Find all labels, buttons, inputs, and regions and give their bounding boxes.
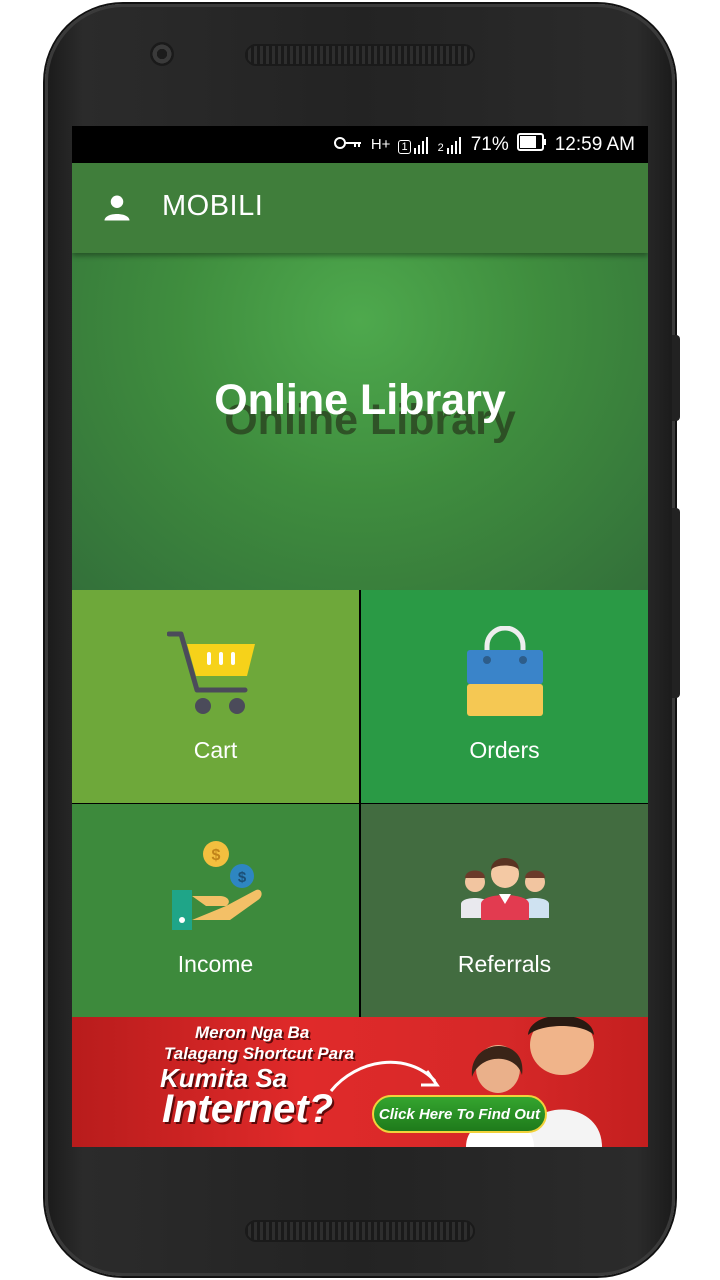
orders-tile[interactable]: Orders [361,590,648,803]
person-icon[interactable] [102,193,132,223]
cart-label: Cart [193,737,238,763]
ad-banner[interactable]: Meron Nga Ba Talagang Shortcut Para Kumi… [72,1017,648,1147]
app-bar: MOBILI [72,163,648,253]
ad-cta-button[interactable]: Click Here To Find Out [372,1095,547,1133]
top-speaker [245,44,475,66]
sim2-label: 2 [437,141,444,154]
ad-line-2: Talagang Shortcut Para [164,1044,355,1063]
shopping-bag-icon [467,626,543,716]
front-camera [150,42,174,66]
referrals-tile[interactable]: Referrals [361,804,648,1017]
people-group-icon [461,858,549,920]
sim1-label: 1 [398,139,411,154]
signal-sim1-icon: 1 [398,136,429,154]
battery-percent: 71% [470,133,509,155]
hero-title: Online Library [214,376,506,424]
cart-tile[interactable]: Cart [72,590,359,803]
ad-line-1: Meron Nga Ba [195,1023,310,1042]
income-tile[interactable]: $ $ Income [72,804,359,1017]
network-type: H+ [370,136,391,153]
referrals-label: Referrals [457,951,552,977]
bottom-speaker [245,1220,475,1242]
vpn-key-icon [333,134,363,156]
orders-label: Orders [469,737,540,763]
ad-line-4: Internet? [162,1087,334,1131]
battery-icon [516,132,547,157]
svg-text:$: $ [212,847,221,864]
money-hand-icon: $ $ [172,841,262,930]
cart-icon [167,631,255,714]
clock: 12:59 AM [554,133,635,155]
hero-banner: Online Library Online Library [72,253,648,590]
volume-button [672,508,680,698]
screen: H+ 1 2 71% 12:59 AM MOBILI Online Librar… [72,126,648,1147]
app-title: MOBILI [162,190,264,222]
svg-text:$: $ [238,869,247,886]
status-bar: H+ 1 2 71% 12:59 AM [72,126,648,163]
power-button [672,335,680,421]
income-label: Income [177,951,254,977]
signal-sim2-icon: 2 [438,136,463,154]
